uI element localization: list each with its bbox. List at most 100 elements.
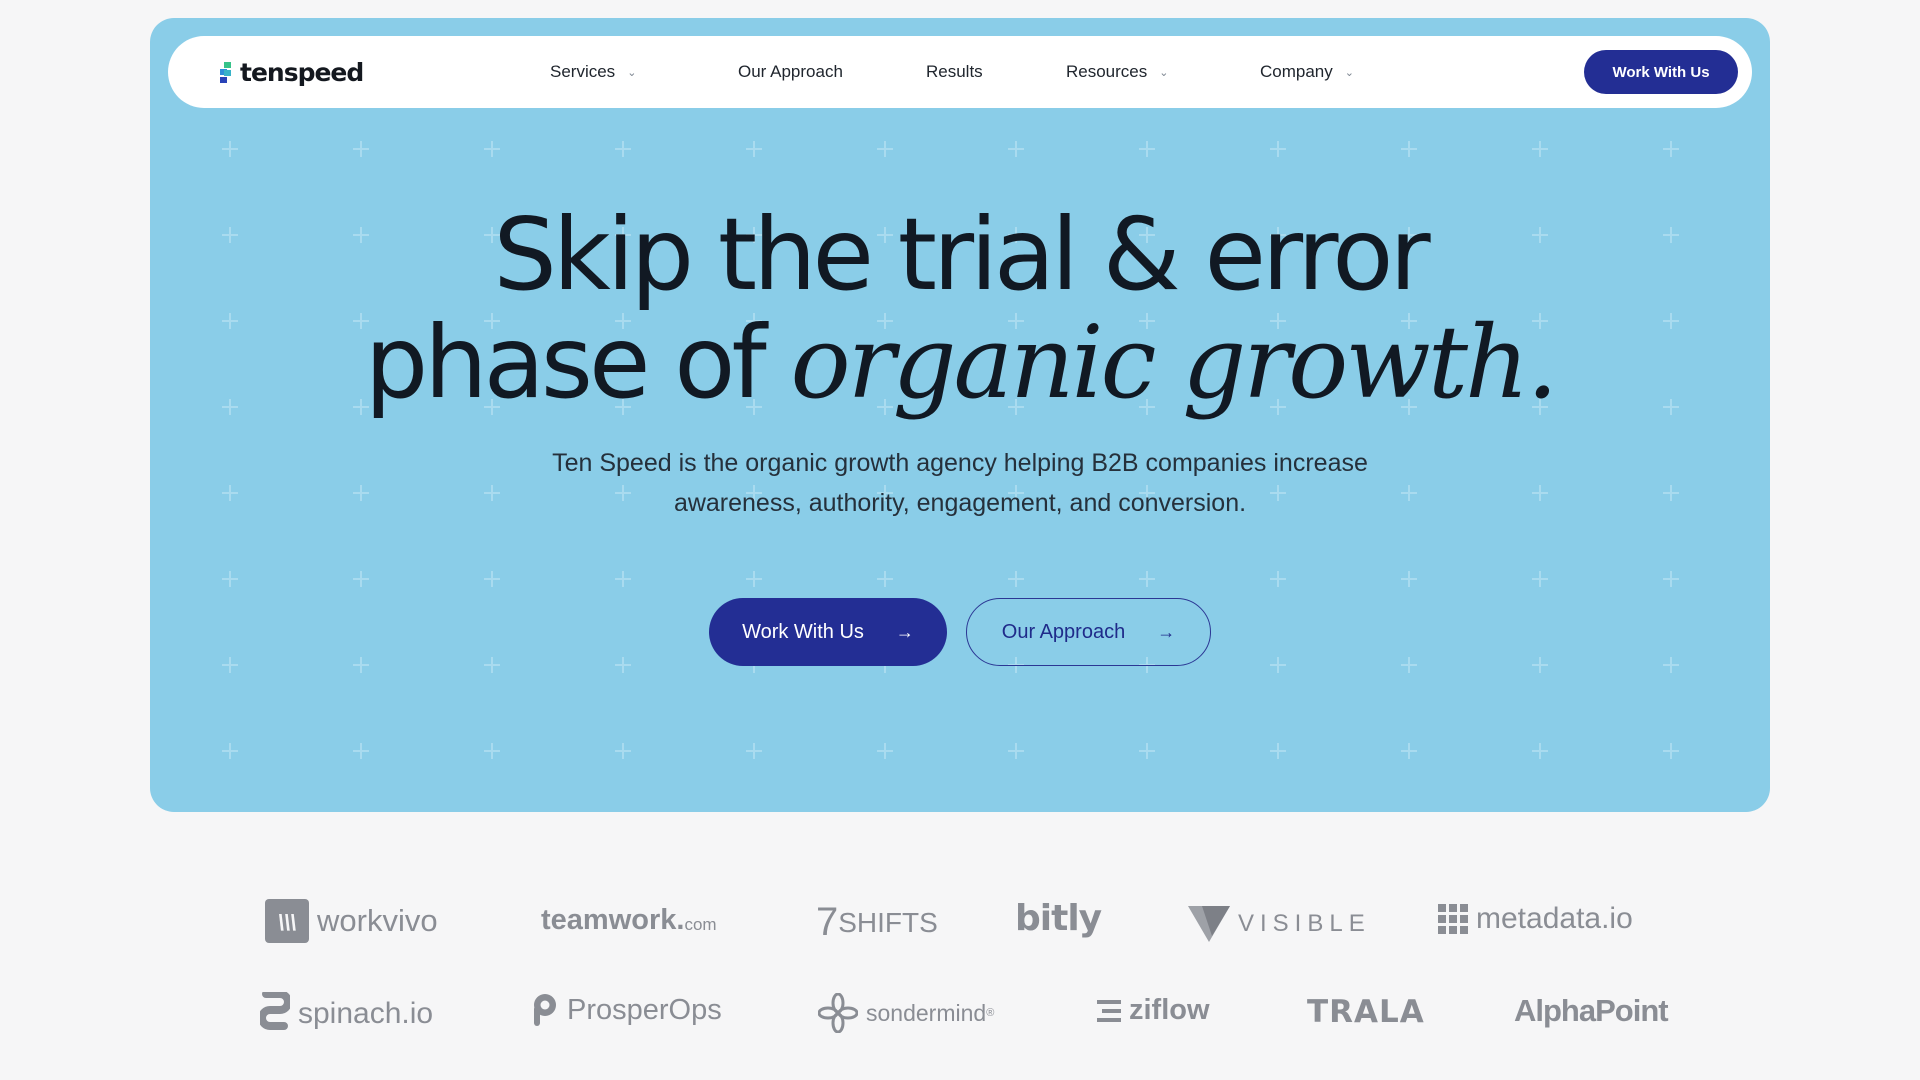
plus-mark [353,657,369,673]
spinach-logo: spinach.io [260,992,433,1036]
plus-mark [1008,571,1024,587]
plus-mark [746,141,762,157]
plus-mark [615,743,631,759]
plus-mark [1270,141,1286,157]
button-label: Our Approach [1001,620,1126,643]
plus-mark [353,141,369,157]
tenspeed-logo[interactable]: tenspeed [220,58,364,87]
nav-item-resources[interactable]: Resources ⌄ [1066,62,1168,82]
plus-mark [1663,743,1679,759]
work-with-us-button[interactable]: Work With Us → [709,598,947,666]
plus-mark [484,657,500,673]
nav-item-services[interactable]: Services ⌄ [550,62,636,82]
nav-item-label: Services [550,62,616,81]
logo-text: ProsperOps [567,993,722,1026]
workvivo-logo: \\\ workvivo [265,899,438,943]
nav-item-label: Company [1260,62,1333,81]
subheadline-line-1: Ten Speed is the organic growth agency h… [552,449,1368,477]
plus-mark [1008,141,1024,157]
nav-item-label: Our Approach [738,62,843,81]
plus-mark [1139,141,1155,157]
plus-mark [1401,743,1417,759]
nav-item-results[interactable]: Results [926,62,983,82]
bitly-logo: bitly [1015,898,1102,939]
plus-mark [1401,141,1417,157]
visible-logo: VISIBLE [1188,906,1371,942]
logo-text: ziflow [1129,994,1210,1026]
top-navigation: tenspeed Services ⌄ Our Approach Results… [168,36,1752,108]
plus-mark [877,743,893,759]
plus-mark [353,743,369,759]
plus-mark [1532,485,1548,501]
prosperops-logo-icon [534,994,556,1026]
spinach-logo-icon [260,992,290,1030]
plus-mark [222,571,238,587]
plus-mark [1008,743,1024,759]
plus-mark [484,743,500,759]
headline-line-2-plain: phase of [364,304,791,421]
logo-text: spinach.io [298,997,434,1030]
workvivo-logo-icon: \\\ [265,899,309,943]
nav-item-company[interactable]: Company ⌄ [1260,62,1354,82]
plus-mark [1401,571,1417,587]
metadata-logo: metadata.io [1438,902,1633,936]
plus-mark [222,743,238,759]
logo-text: sondermind [866,999,987,1026]
ziflow-logo: ziflow [1097,994,1210,1027]
tenspeed-logo-icon [220,61,234,84]
logo-suffix: ® [986,1007,995,1019]
logo-text: metadata.io [1476,902,1633,935]
nav-work-with-us-button[interactable]: Work With Us [1584,50,1738,94]
plus-mark [484,571,500,587]
logo-suffix: com [684,914,717,934]
plus-mark [1663,571,1679,587]
plus-mark [1139,743,1155,759]
svg-text:\\\: \\\ [278,910,296,935]
logo-text: AlphaPoint [1514,993,1669,1028]
plus-mark [1663,485,1679,501]
plus-mark [1532,657,1548,673]
nav-item-label: Results [926,62,983,81]
logo-text: VISIBLE [1238,910,1371,937]
headline-emphasis: organic growth. [790,304,1558,421]
arrow-right-icon: → [1157,621,1176,642]
alphapoint-logo: AlphaPoint [1514,993,1669,1029]
plus-mark [615,657,631,673]
plus-mark [222,657,238,673]
metadata-logo-icon [1438,904,1468,934]
plus-mark [1532,743,1548,759]
logo-text: workvivo [317,903,438,938]
plus-mark [615,571,631,587]
plus-mark [353,485,369,501]
plus-mark [1663,141,1679,157]
chevron-down-icon: ⌄ [1159,66,1169,79]
plus-mark [877,571,893,587]
subheadline-line-2: awareness, authority, engagement, and co… [673,489,1247,517]
headline-line-1: Skip the trial & error [493,196,1430,313]
plus-mark [484,485,500,501]
plus-mark [746,571,762,587]
plus-mark [222,485,238,501]
logo-text: teamwork. [541,904,685,936]
nav-item-our-approach[interactable]: Our Approach [738,62,843,82]
plus-mark [1663,657,1679,673]
plus-mark [1401,657,1417,673]
our-approach-button[interactable]: Our Approach → [966,598,1211,666]
logo-text: TRALA [1307,994,1425,1030]
plus-mark [1532,571,1548,587]
chevron-down-icon: ⌄ [1344,66,1354,79]
plus-mark [615,141,631,157]
ziflow-logo-icon [1097,999,1121,1022]
plus-mark [1270,743,1286,759]
plus-mark [1270,571,1286,587]
plus-mark [1270,657,1286,673]
arrow-right-icon: → [895,621,914,642]
plus-mark [1139,571,1155,587]
plus-mark [877,141,893,157]
brand-name: tenspeed [240,58,364,87]
trala-logo: TRALA [1307,994,1425,1030]
nav-item-label: Resources [1066,62,1148,81]
hero-headline: Skip the trial & error phase of organic … [150,201,1770,417]
logo-text: bitly [1015,898,1102,939]
plus-mark [222,141,238,157]
